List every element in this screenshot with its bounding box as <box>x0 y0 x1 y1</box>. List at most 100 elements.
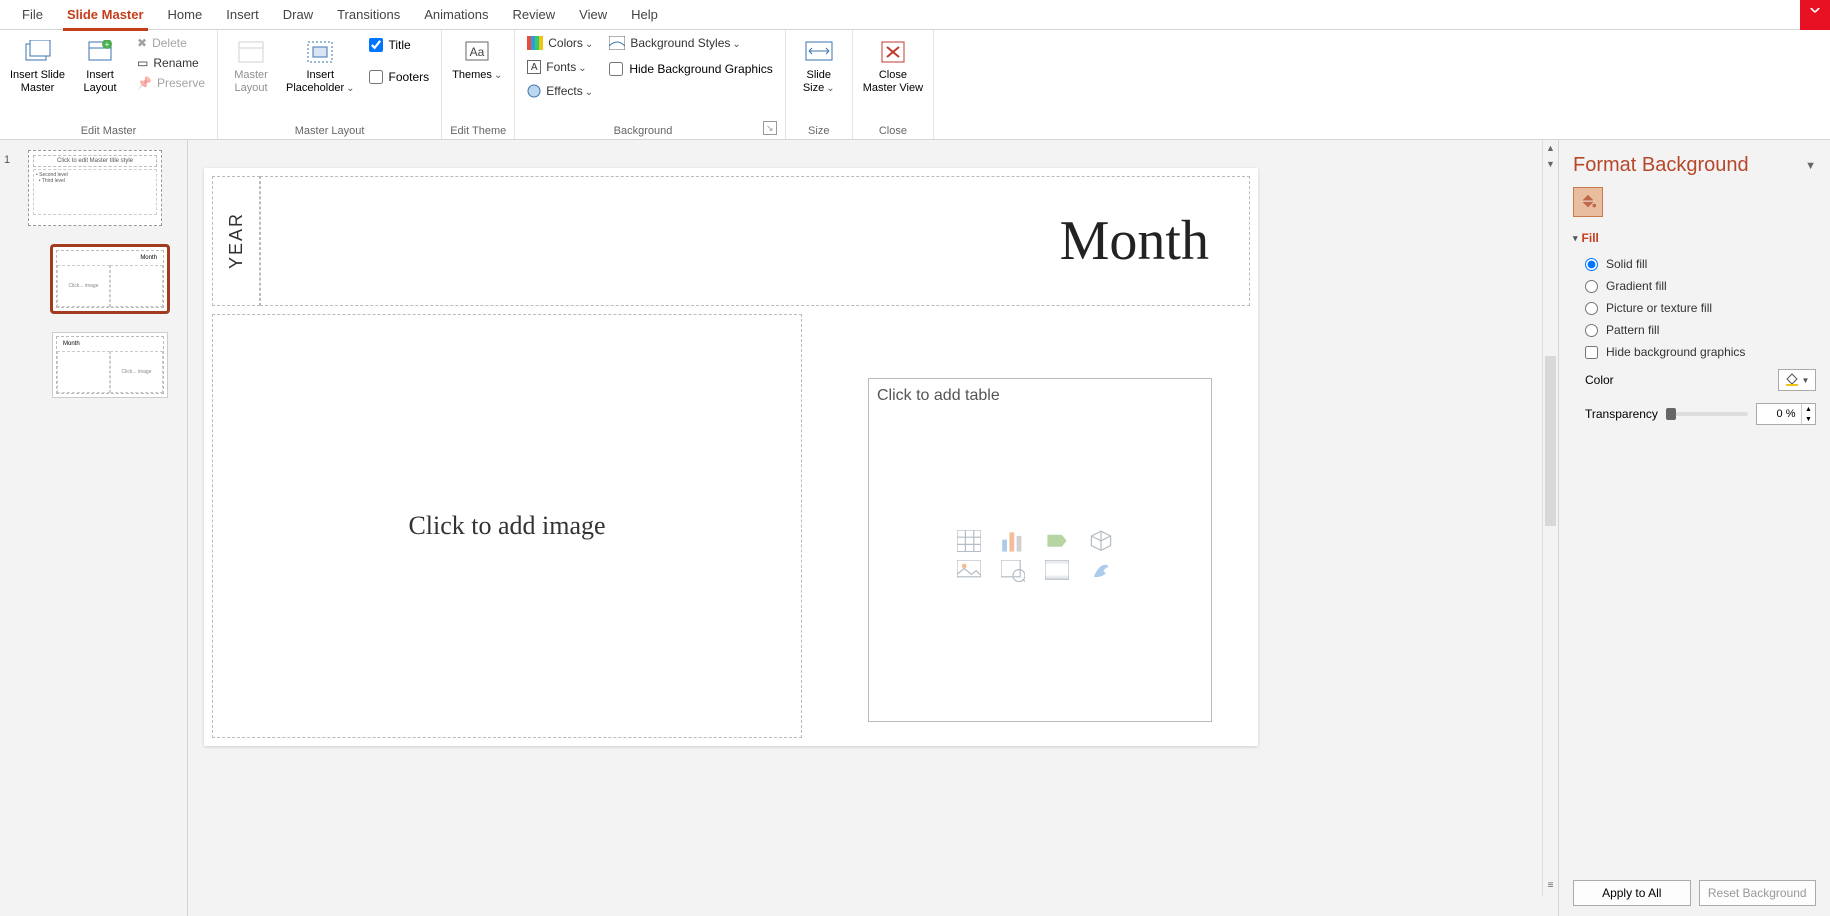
delete-button: ✖Delete <box>133 34 209 52</box>
tab-home[interactable]: Home <box>156 0 215 30</box>
group-size: Slide Size Size <box>786 30 853 139</box>
window-close-button[interactable] <box>1800 0 1830 30</box>
transparency-field: Transparency 0 % ▲▼ <box>1573 397 1816 431</box>
tab-animations[interactable]: Animations <box>412 0 500 30</box>
spin-up-icon[interactable]: ▲ <box>1802 404 1815 414</box>
ribbon: Insert Slide Master + Insert Layout ✖Del… <box>0 30 1830 140</box>
title-checkbox[interactable]: Title <box>365 34 434 56</box>
master-index: 1 <box>4 154 10 166</box>
slide[interactable]: YEAR Month Click to add image Click to a… <box>204 168 1258 746</box>
rename-icon: ▭ <box>137 56 148 70</box>
colors-icon <box>527 36 543 50</box>
insert-smartart-icon[interactable] <box>1045 530 1069 550</box>
themes-icon: Aa <box>463 38 491 66</box>
insert-table-icon[interactable] <box>957 530 981 550</box>
insert-layout-button[interactable]: + Insert Layout <box>75 34 125 99</box>
svg-text:+: + <box>105 40 110 49</box>
month-placeholder[interactable]: Month <box>260 176 1250 306</box>
tab-review[interactable]: Review <box>501 0 568 30</box>
tab-file[interactable]: File <box>10 0 55 30</box>
slide-size-icon <box>805 38 833 66</box>
pane-menu-icon[interactable]: ▼ <box>1805 160 1816 172</box>
rename-button[interactable]: ▭Rename <box>133 54 209 72</box>
color-field: Color ▼ <box>1573 363 1816 397</box>
layout-thumbnail-1[interactable]: Month Click... image <box>52 246 168 312</box>
format-background-pane: Format Background ▼ Fill Solid fill Grad… <box>1558 140 1830 916</box>
group-edit-master: Insert Slide Master + Insert Layout ✖Del… <box>0 30 218 139</box>
master-layout-button: Master Layout <box>226 34 276 99</box>
transparency-input[interactable]: 0 % ▲▼ <box>1756 403 1816 425</box>
slide-size-button[interactable]: Slide Size <box>794 34 844 99</box>
svg-text:Aa: Aa <box>470 45 485 59</box>
fonts-button[interactable]: AFonts <box>523 58 597 76</box>
paint-bucket-icon <box>1785 373 1799 387</box>
tab-view[interactable]: View <box>567 0 619 30</box>
hide-bg-graphics-checkbox[interactable]: Hide background graphics <box>1573 341 1816 363</box>
footers-checkbox[interactable]: Footers <box>365 66 434 88</box>
fill-category-button[interactable] <box>1573 187 1603 217</box>
apply-to-all-button[interactable]: Apply to All <box>1573 880 1691 906</box>
effects-icon <box>527 84 541 98</box>
master-thumbnail[interactable]: Click to edit Master title style • Secon… <box>28 150 162 226</box>
slide-canvas: YEAR Month Click to add image Click to a… <box>188 140 1558 916</box>
themes-button[interactable]: Aa Themes <box>450 34 504 86</box>
tab-slide-master[interactable]: Slide Master <box>55 0 156 30</box>
insert-chart-icon[interactable] <box>1001 530 1025 550</box>
insert-online-picture-icon[interactable] <box>1001 560 1025 580</box>
group-title-background: Background <box>523 121 763 139</box>
workarea: 1 Click to edit Master title style • Sec… <box>0 140 1830 916</box>
table-placeholder[interactable]: Click to add table <box>868 378 1212 722</box>
background-dialog-launcher[interactable]: ↘ <box>763 121 777 135</box>
scroll-up-icon[interactable]: ▲ <box>1543 140 1558 156</box>
colors-button[interactable]: Colors <box>523 34 597 52</box>
color-picker-button[interactable]: ▼ <box>1778 369 1816 391</box>
year-placeholder[interactable]: YEAR <box>212 176 260 306</box>
vertical-scrollbar[interactable]: ▲ ▼ ≡ <box>1542 140 1558 896</box>
group-edit-theme: Aa Themes Edit Theme <box>442 30 515 139</box>
thumbnail-panel: 1 Click to edit Master title style • Sec… <box>0 140 188 916</box>
pane-title: Format Background ▼ <box>1573 154 1816 177</box>
tab-draw[interactable]: Draw <box>271 0 325 30</box>
insert-picture-icon[interactable] <box>957 560 981 580</box>
hide-bg-checkbox[interactable]: Hide Background Graphics <box>605 58 776 80</box>
content-icons <box>957 530 1123 580</box>
tab-help[interactable]: Help <box>619 0 670 30</box>
insert-icon-icon[interactable] <box>1089 560 1113 580</box>
spin-down-icon[interactable]: ▼ <box>1802 414 1815 424</box>
insert-placeholder-button[interactable]: Insert Placeholder <box>284 34 356 99</box>
solid-fill-radio[interactable]: Solid fill <box>1573 253 1816 275</box>
group-close: Close Master View Close <box>853 30 934 139</box>
close-master-view-button[interactable]: Close Master View <box>861 34 925 99</box>
layout-thumbnail-2[interactable]: Month Click... image <box>52 332 168 398</box>
group-title-master-layout: Master Layout <box>226 121 433 139</box>
fill-section-header[interactable]: Fill <box>1573 231 1816 245</box>
preserve-button: 📌Preserve <box>133 74 209 92</box>
close-icon <box>879 38 907 66</box>
image-placeholder[interactable]: Click to add image <box>212 314 802 738</box>
group-title-edit-theme: Edit Theme <box>450 121 506 139</box>
insert-3d-icon[interactable] <box>1089 530 1113 550</box>
group-title-size: Size <box>794 121 844 139</box>
group-master-layout: Master Layout Insert Placeholder Title F… <box>218 30 442 139</box>
master-layout-icon <box>237 38 265 66</box>
group-title-edit-master: Edit Master <box>8 121 209 139</box>
reset-background-button: Reset Background <box>1699 880 1817 906</box>
ribbon-tabs: File Slide Master Home Insert Draw Trans… <box>0 0 1830 30</box>
gradient-fill-radio[interactable]: Gradient fill <box>1573 275 1816 297</box>
tab-insert[interactable]: Insert <box>214 0 271 30</box>
bg-styles-icon <box>609 36 625 50</box>
group-title-close: Close <box>861 121 925 139</box>
pattern-fill-radio[interactable]: Pattern fill <box>1573 319 1816 341</box>
insert-slide-master-button[interactable]: Insert Slide Master <box>8 34 67 99</box>
group-background: Colors AFonts Effects Background Styles … <box>515 30 786 139</box>
placeholder-icon <box>306 38 334 66</box>
scroll-nav-icon[interactable]: ≡ <box>1543 880 1558 896</box>
background-styles-button[interactable]: Background Styles <box>605 34 776 52</box>
tab-transitions[interactable]: Transitions <box>325 0 412 30</box>
delete-icon: ✖ <box>137 36 147 50</box>
picture-fill-radio[interactable]: Picture or texture fill <box>1573 297 1816 319</box>
effects-button[interactable]: Effects <box>523 82 597 100</box>
insert-video-icon[interactable] <box>1045 560 1069 580</box>
scrollbar-thumb[interactable] <box>1545 356 1556 526</box>
transparency-slider[interactable] <box>1666 412 1748 416</box>
